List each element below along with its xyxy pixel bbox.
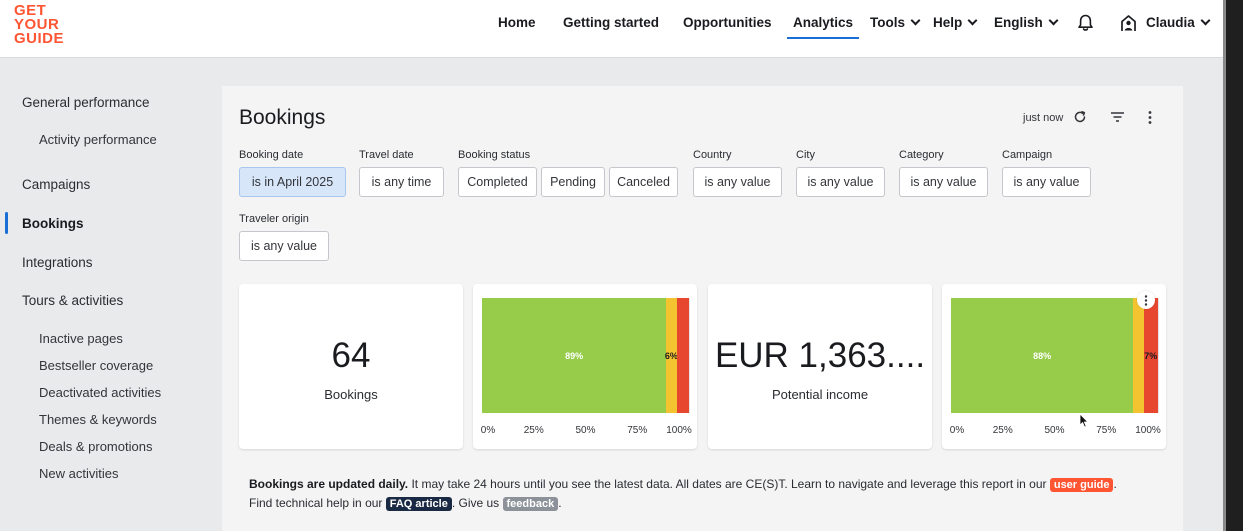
- bar-data-label: 89%: [565, 350, 584, 361]
- mouse-cursor-icon: [1079, 413, 1089, 428]
- sidebar-item-integrations[interactable]: Integrations: [22, 255, 93, 270]
- chevron-down-icon: [1200, 15, 1211, 26]
- filter-country[interactable]: is any value: [693, 167, 782, 197]
- sidebar-item-deals-promotions[interactable]: Deals & promotions: [39, 439, 152, 454]
- sidebar-item-general-performance[interactable]: General performance: [22, 95, 150, 110]
- filter-city[interactable]: is any value: [796, 167, 885, 197]
- sidebar-item-activity-performance[interactable]: Activity performance: [39, 132, 157, 147]
- gridline: [689, 298, 690, 413]
- chevron-down-icon: [1048, 15, 1059, 26]
- feedback-link[interactable]: feedback: [502, 497, 559, 511]
- x-tick-label: 50%: [1044, 425, 1065, 436]
- user-guide-link[interactable]: user guide: [1049, 478, 1114, 492]
- x-tick-label: 25%: [523, 425, 544, 436]
- chevron-down-icon: [910, 15, 921, 26]
- sidebar-item-bookings[interactable]: Bookings: [22, 216, 84, 231]
- refresh-icon[interactable]: [1073, 110, 1087, 124]
- booking-status-chart-card-2: 88% 7% 0% 25% 50% 75% 100%: [942, 284, 1166, 449]
- x-tick-label: 0%: [949, 425, 965, 436]
- filter-label-country: Country: [693, 149, 732, 161]
- nav-opportunities[interactable]: Opportunities: [683, 15, 772, 30]
- x-tick-label: 75%: [1096, 425, 1117, 436]
- filter-campaign[interactable]: is any value: [1002, 167, 1091, 197]
- filter-label-city: City: [796, 149, 815, 161]
- filter-booking-date[interactable]: is in April 2025: [239, 167, 346, 197]
- stacked-bar-chart-2: 88% 7%: [951, 298, 1159, 413]
- top-header: GET YOUR GUIDE Home Getting started Oppo…: [0, 0, 1223, 58]
- filter-label-booking-date: Booking date: [239, 149, 304, 161]
- filter-category[interactable]: is any value: [899, 167, 988, 197]
- info-note: Bookings are updated daily. It may take …: [249, 477, 1117, 511]
- income-kpi-card: EUR 1,363.... Potential income: [708, 284, 932, 449]
- filter-label-travel-date: Travel date: [359, 149, 414, 161]
- status-completed-button[interactable]: Completed: [458, 167, 537, 197]
- nav-getting-started[interactable]: Getting started: [563, 15, 659, 30]
- nav-tools[interactable]: Tools: [870, 15, 921, 30]
- account-icon[interactable]: [1120, 14, 1137, 32]
- x-tick-label: 50%: [575, 425, 596, 436]
- sidebar: General performance Activity performance…: [0, 59, 205, 531]
- x-tick-label: 100%: [666, 425, 692, 436]
- potential-income-label: Potential income: [771, 387, 869, 402]
- x-tick-label: 25%: [992, 425, 1013, 436]
- faq-article-link[interactable]: FAQ article: [385, 497, 452, 511]
- stacked-bar-chart-1: 89% 6%: [482, 298, 690, 413]
- potential-income-value: EUR 1,363....: [714, 336, 926, 375]
- filter-label-booking-status: Booking status: [458, 149, 531, 161]
- filter-traveler-origin[interactable]: is any value: [239, 231, 329, 261]
- gridline: [1158, 298, 1159, 413]
- sidebar-item-deactivated-activities[interactable]: Deactivated activities: [39, 385, 161, 400]
- sidebar-item-campaigns[interactable]: Campaigns: [22, 177, 90, 192]
- chevron-down-icon: [967, 15, 978, 26]
- status-canceled-button[interactable]: Canceled: [609, 167, 678, 197]
- filter-label-traveler-origin: Traveler origin: [239, 213, 309, 225]
- nav-analytics[interactable]: Analytics: [786, 15, 860, 39]
- window-edge: [1223, 0, 1243, 531]
- bookings-label: Bookings: [324, 387, 378, 402]
- booking-status-chart-card-1: 89% 6% 0% 25% 50% 75% 100%: [473, 284, 697, 449]
- bookings-kpi-card: 64 Bookings: [239, 284, 463, 449]
- bar-segment[interactable]: [1133, 298, 1144, 413]
- bookings-count: 64: [331, 336, 371, 375]
- notification-bell-icon[interactable]: [1077, 14, 1094, 32]
- sidebar-item-tours-activities[interactable]: Tours & activities: [22, 293, 123, 308]
- bar-segment[interactable]: [676, 298, 689, 413]
- page-title: Bookings: [239, 106, 326, 129]
- status-pending-button[interactable]: Pending: [541, 167, 605, 197]
- sidebar-active-indicator: [5, 212, 8, 234]
- nav-help[interactable]: Help: [933, 15, 978, 30]
- filter-label-campaign: Campaign: [1002, 149, 1053, 161]
- filter-label-category: Category: [899, 149, 944, 161]
- nav-home[interactable]: Home: [498, 15, 536, 30]
- x-tick-label: 100%: [1135, 425, 1161, 436]
- getyourguide-logo[interactable]: GET YOUR GUIDE: [14, 3, 74, 46]
- bar-data-label: 88%: [1033, 350, 1052, 361]
- filter-icon[interactable]: [1110, 111, 1125, 123]
- sidebar-item-inactive-pages[interactable]: Inactive pages: [39, 331, 123, 346]
- sidebar-item-bestseller-coverage[interactable]: Bestseller coverage: [39, 358, 153, 373]
- last-updated-text: just now: [1023, 112, 1064, 124]
- x-tick-label: 0%: [480, 425, 496, 436]
- bar-data-label: 7%: [1144, 350, 1158, 361]
- chart-card-menu-button[interactable]: [1137, 291, 1155, 309]
- x-tick-label: 75%: [627, 425, 648, 436]
- sidebar-item-new-activities[interactable]: New activities: [39, 466, 118, 481]
- user-menu[interactable]: Claudia: [1146, 15, 1211, 30]
- bookings-report-panel: Bookings just now Booking date is in Apr…: [222, 86, 1183, 531]
- sidebar-item-themes-keywords[interactable]: Themes & keywords: [39, 412, 157, 427]
- language-selector[interactable]: English: [994, 15, 1059, 30]
- more-vert-icon[interactable]: [1147, 110, 1153, 125]
- more-vert-icon: [1144, 294, 1148, 306]
- filter-travel-date[interactable]: is any time: [359, 167, 444, 197]
